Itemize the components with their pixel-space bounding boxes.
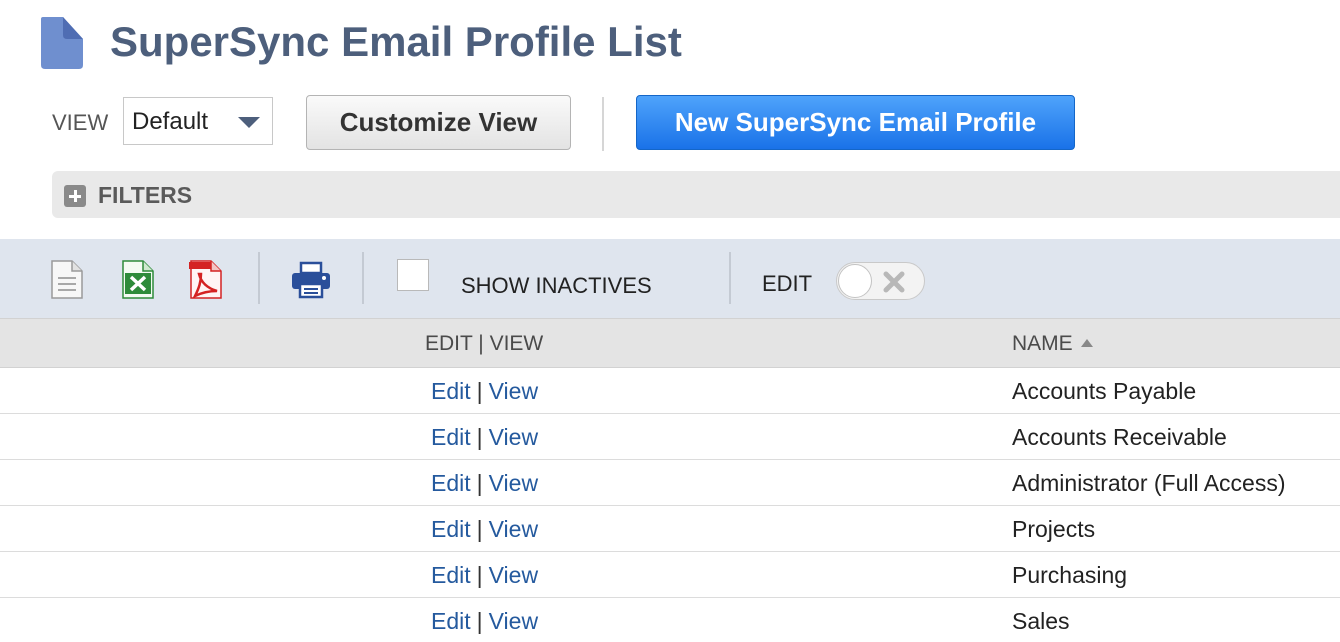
- column-header-edit-view: EDIT | VIEW: [425, 332, 544, 355]
- table-header: EDIT | VIEW NAME: [0, 318, 1340, 368]
- toolbar-divider: [362, 252, 364, 304]
- edit-link[interactable]: Edit: [431, 424, 471, 450]
- table-row: Edit | View Administrator (Full Access): [0, 460, 1340, 506]
- show-inactives-checkbox[interactable]: [397, 259, 429, 291]
- view-selected-value: Default: [132, 108, 209, 135]
- close-icon: [883, 271, 905, 293]
- view-link[interactable]: View: [489, 562, 538, 588]
- page-title: SuperSync Email Profile List: [110, 18, 682, 65]
- new-email-profile-button[interactable]: New SuperSync Email Profile: [636, 95, 1075, 150]
- view-link[interactable]: View: [489, 516, 538, 542]
- export-pdf-icon[interactable]: [189, 260, 223, 300]
- plus-icon[interactable]: [64, 185, 86, 207]
- table-row: Edit | View Projects: [0, 506, 1340, 552]
- table-row: Edit | View Sales: [0, 598, 1340, 642]
- export-csv-icon[interactable]: [50, 260, 84, 300]
- table-row: Edit | View Accounts Payable: [0, 368, 1340, 414]
- edit-mode-label: EDIT: [762, 271, 813, 296]
- list-toolbar: SHOW INACTIVES EDIT: [0, 239, 1340, 318]
- toolbar-divider: [602, 97, 604, 151]
- view-link[interactable]: View: [489, 378, 538, 404]
- edit-mode-toggle[interactable]: [836, 262, 925, 300]
- filters-label[interactable]: FILTERS: [98, 182, 192, 209]
- filters-bar[interactable]: FILTERS: [52, 171, 1340, 218]
- view-label: VIEW: [52, 110, 109, 135]
- edit-link[interactable]: Edit: [431, 516, 471, 542]
- toolbar-divider: [258, 252, 260, 304]
- document-icon: [41, 17, 83, 69]
- print-icon[interactable]: [291, 260, 331, 300]
- edit-link[interactable]: Edit: [431, 562, 471, 588]
- show-inactives-label: SHOW INACTIVES: [461, 273, 652, 298]
- profile-name: Accounts Payable: [1012, 378, 1197, 404]
- edit-link[interactable]: Edit: [431, 470, 471, 496]
- view-link[interactable]: View: [489, 470, 538, 496]
- export-excel-icon[interactable]: [121, 260, 155, 300]
- toggle-knob: [838, 264, 872, 298]
- view-select[interactable]: Default: [123, 97, 273, 145]
- edit-link[interactable]: Edit: [431, 378, 471, 404]
- toolbar-divider: [729, 252, 731, 304]
- customize-view-button[interactable]: Customize View: [306, 95, 571, 150]
- profile-name: Sales: [1012, 608, 1070, 634]
- sort-ascending-icon: [1080, 339, 1093, 347]
- edit-link[interactable]: Edit: [431, 608, 471, 634]
- profile-name: Accounts Receivable: [1012, 424, 1227, 450]
- column-header-name[interactable]: NAME: [1012, 332, 1093, 356]
- profile-name: Administrator (Full Access): [1012, 470, 1286, 496]
- profile-name: Projects: [1012, 516, 1096, 542]
- view-link[interactable]: View: [489, 424, 538, 450]
- chevron-down-icon: [238, 117, 260, 128]
- profile-name: Purchasing: [1012, 562, 1128, 588]
- table-row: Edit | View Accounts Receivable: [0, 414, 1340, 460]
- view-link[interactable]: View: [489, 608, 538, 634]
- table-row: Edit | View Purchasing: [0, 552, 1340, 598]
